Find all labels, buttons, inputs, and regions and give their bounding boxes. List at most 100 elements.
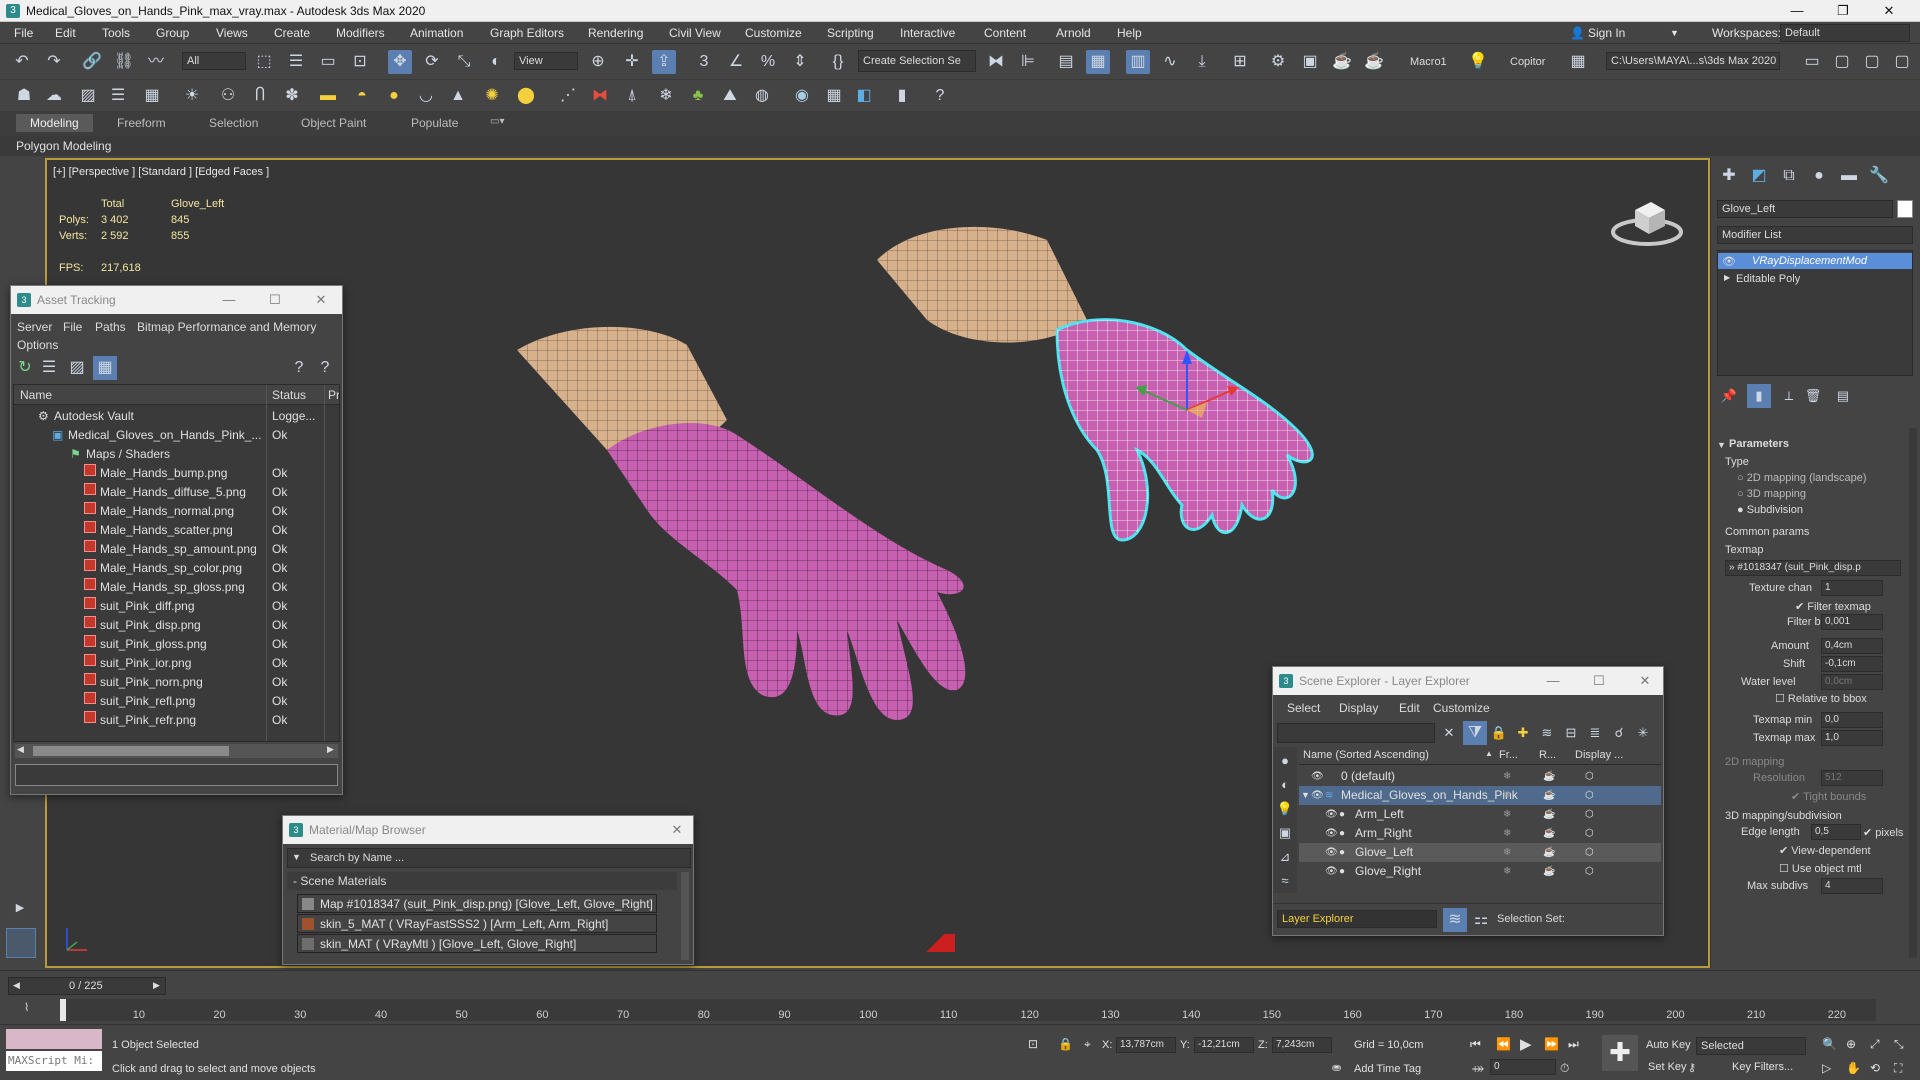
close-icon[interactable]: ✕: [311, 290, 331, 310]
add-to-layer-icon[interactable]: ≋: [1535, 721, 1559, 745]
restore-icon[interactable]: ❐: [1820, 0, 1866, 22]
layer-row[interactable]: 👁 ● Glove_Left ❄ ☕ ⬡: [1299, 843, 1661, 862]
horizontal-scrollbar[interactable]: ◀ ▶: [15, 744, 338, 758]
radio-subdivision[interactable]: ● Subdivision: [1737, 504, 1803, 516]
material-item[interactable]: skin_MAT ( VRayMtl ) [Glove_Left, Glove_…: [297, 934, 657, 953]
view-cube[interactable]: [1607, 190, 1687, 250]
menu-bitmap-performance[interactable]: Bitmap Performance and Memory: [137, 320, 316, 334]
display-mode-icon[interactable]: ⬡: [1585, 805, 1594, 824]
layer-settings-icon[interactable]: ⚏: [1469, 908, 1493, 932]
material-scrollbar[interactable]: [681, 872, 689, 960]
asset-tracking-titlebar[interactable]: 3 Asset Tracking — ☐ ✕: [11, 286, 342, 314]
resolution-spinner[interactable]: 512: [1821, 770, 1883, 786]
maxscript-listener-pink[interactable]: [6, 1029, 102, 1049]
show-end-result-icon[interactable]: ▮: [1747, 384, 1771, 408]
new-layer-icon[interactable]: ✚: [1511, 721, 1535, 745]
menu-customize[interactable]: Customize: [745, 26, 802, 40]
col-render[interactable]: R...: [1539, 749, 1556, 761]
maximize-viewport-icon[interactable]: ⛶: [1894, 1061, 1902, 1076]
display-mode-icon[interactable]: ⬡: [1585, 862, 1594, 881]
play-icon[interactable]: ▶: [1520, 1035, 1532, 1053]
minimize-icon[interactable]: —: [1774, 0, 1820, 22]
key-selection-dropdown[interactable]: Selected: [1696, 1037, 1806, 1055]
zoom-all-icon[interactable]: ⊕: [1846, 1037, 1856, 1051]
texture-icon[interactable]: ◍: [750, 84, 774, 108]
selection-lock-icon[interactable]: 🔒: [1058, 1037, 1073, 1051]
image-icon[interactable]: ▨: [76, 84, 100, 108]
visibility-eye-icon[interactable]: 👁: [1325, 862, 1338, 881]
goto-start-icon[interactable]: ⏮: [1470, 1037, 1481, 1052]
asset-row[interactable]: Male_Hands_normal.png Ok: [14, 502, 339, 521]
align-icon[interactable]: ⊫: [1016, 50, 1040, 74]
visibility-eye-icon[interactable]: 👁: [1325, 805, 1338, 824]
texture-chan-spinner[interactable]: 1: [1821, 580, 1883, 596]
remove-modifier-icon[interactable]: 🗑: [1801, 384, 1825, 408]
select-by-name-icon[interactable]: ☰: [284, 50, 308, 74]
arm-right[interactable]: [877, 226, 1087, 343]
texmap-max-spinner[interactable]: 1,0: [1821, 730, 1883, 746]
pan-icon[interactable]: ✋: [1846, 1061, 1861, 1075]
asset-row[interactable]: suit_Pink_disp.png Ok: [14, 616, 339, 635]
list-view-icon[interactable]: ☰: [37, 356, 61, 380]
asset-row[interactable]: suit_Pink_gloss.png Ok: [14, 635, 339, 654]
col-display[interactable]: Display ...: [1575, 749, 1623, 761]
hierarchy-icon[interactable]: ⊟: [1559, 721, 1583, 745]
menu-display[interactable]: Display: [1339, 701, 1378, 715]
toggle-scene-explorer-icon[interactable]: ▤: [1054, 50, 1078, 74]
texmap-min-spinner[interactable]: 0,0: [1821, 712, 1883, 728]
reference-coord-dropdown[interactable]: View: [514, 52, 578, 70]
display-mode-icon[interactable]: ⬡: [1585, 843, 1594, 862]
render-iterative-icon[interactable]: ☕: [1362, 50, 1386, 74]
filter-texmap-checkbox[interactable]: ✔ Filter texmap: [1795, 600, 1871, 613]
amount-spinner[interactable]: 0,4cm: [1821, 638, 1883, 654]
clear-search-icon[interactable]: ✕: [1437, 721, 1461, 745]
menu-modifiers[interactable]: Modifiers: [336, 26, 385, 40]
modifier-vray-displacement[interactable]: 👁 VRayDisplacementMod: [1718, 253, 1912, 269]
list-icon[interactable]: ☰: [106, 84, 130, 108]
angle-snap-icon[interactable]: ∠: [724, 50, 748, 74]
make-unique-icon[interactable]: ⟂: [1777, 384, 1801, 408]
menu-arnold[interactable]: Arnold: [1056, 26, 1091, 40]
renderable-icon[interactable]: ☕: [1543, 824, 1555, 843]
asset-list[interactable]: Name Status Pr ⚙ Autodesk Vault Logge... ▣ M…: [13, 384, 340, 742]
pin-stack-icon[interactable]: 📌: [1717, 384, 1741, 408]
light-icon[interactable]: ☀: [180, 84, 204, 108]
track-bar-menu-icon[interactable]: ⌇: [24, 1001, 29, 1014]
set-key-plus-icon[interactable]: ✚: [1602, 1035, 1638, 1071]
modifier-stack[interactable]: 👁 VRayDisplacementMod ▶ Editable Poly: [1717, 250, 1913, 376]
asset-row[interactable]: suit_Pink_refl.png Ok: [14, 692, 339, 711]
workspace-dropdown[interactable]: Default: [1780, 24, 1910, 42]
filter-icon[interactable]: ⧩: [1463, 721, 1487, 745]
layer-explorer-icon[interactable]: ≋: [1443, 908, 1467, 932]
explorer-type-dropdown[interactable]: Layer Explorer: [1277, 910, 1437, 928]
visibility-eye-icon[interactable]: 👁: [1311, 786, 1324, 805]
asset-row[interactable]: suit_Pink_refr.png Ok: [14, 711, 339, 730]
redo-icon[interactable]: ↷: [42, 50, 66, 74]
renderable-icon[interactable]: ☕: [1543, 862, 1555, 881]
col-status[interactable]: Status: [272, 388, 306, 402]
shapes-icon[interactable]: ☁: [42, 84, 66, 108]
use-object-mtl-checkbox[interactable]: ☐ Use object mtl: [1779, 862, 1862, 875]
polygon-modeling-label[interactable]: Polygon Modeling: [16, 139, 111, 153]
menu-civil-view[interactable]: Civil View: [669, 26, 721, 40]
layer-row[interactable]: 👁 0 (default) ❄ ☕ ⬡: [1299, 767, 1661, 786]
zoom-extents-all-icon[interactable]: ⤡: [1894, 1037, 1904, 1052]
menu-file[interactable]: File: [63, 320, 82, 334]
settings-icon[interactable]: ▮: [890, 84, 914, 108]
display-cameras-icon[interactable]: ▣: [1273, 821, 1297, 845]
glove-left-mesh[interactable]: [607, 423, 966, 720]
next-key-icon[interactable]: ⏩: [1544, 1037, 1559, 1051]
close-icon[interactable]: ✕: [667, 820, 687, 840]
frame-buffer-icon[interactable]: ❄: [654, 84, 678, 108]
key-icon[interactable]: ⚷: [1688, 1061, 1696, 1074]
window-crossing-icon[interactable]: ⊡: [348, 50, 372, 74]
project-folder-icon[interactable]: ▭: [1800, 50, 1824, 74]
table-view-icon[interactable]: ▦: [93, 356, 117, 380]
toggle-ribbon-icon[interactable]: ▥: [1126, 50, 1150, 74]
plant-icon[interactable]: ♣: [686, 84, 710, 108]
isolate-icon[interactable]: ⊡: [1028, 1037, 1038, 1051]
project-path-dropdown[interactable]: C:\Users\MAYA\...s\3ds Max 2020: [1606, 52, 1780, 70]
object-name-field[interactable]: Glove_Left: [1717, 200, 1893, 218]
tab-modeling[interactable]: Modeling: [16, 114, 93, 132]
freeze-icon[interactable]: ❄: [1503, 805, 1511, 824]
